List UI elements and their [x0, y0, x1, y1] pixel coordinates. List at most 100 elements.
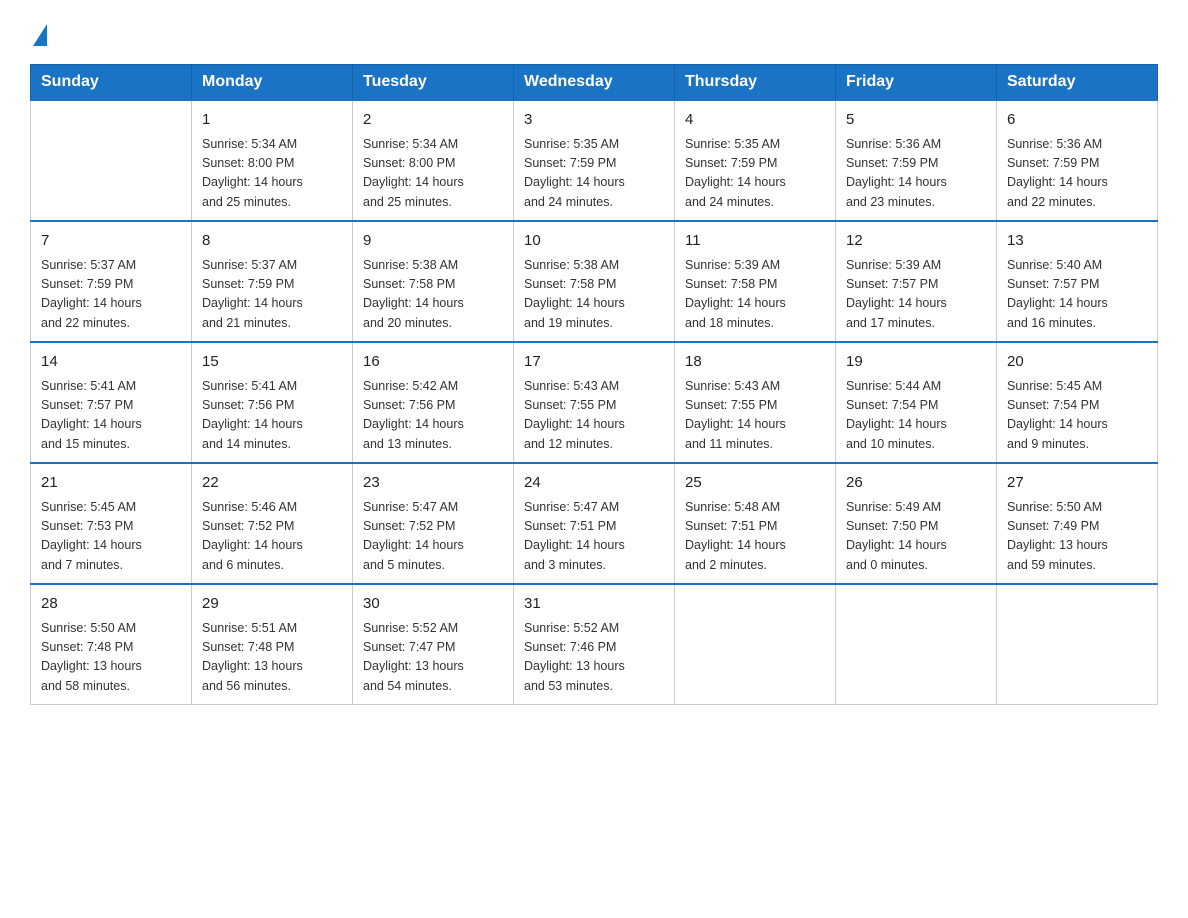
day-info: Sunrise: 5:43 AM Sunset: 7:55 PM Dayligh…: [524, 377, 664, 455]
calendar-cell: 3 Sunrise: 5:35 AM Sunset: 7:59 PM Daylig…: [514, 100, 675, 221]
day-number: 19: [846, 351, 986, 374]
calendar-cell: 22 Sunrise: 5:46 AM Sunset: 7:52 PM Dayli…: [192, 463, 353, 584]
calendar-cell: 16 Sunrise: 5:42 AM Sunset: 7:56 PM Dayli…: [353, 342, 514, 463]
day-number: 22: [202, 472, 342, 495]
day-info: Sunrise: 5:52 AM Sunset: 7:46 PM Dayligh…: [524, 619, 664, 697]
calendar-cell: 12Sunrise: 5:39 AM Sunset: 7:57 PM Dayli…: [836, 221, 997, 342]
calendar-cell: 7Sunrise: 5:37 AM Sunset: 7:59 PM Daylig…: [31, 221, 192, 342]
day-number: 10: [524, 230, 664, 253]
calendar-week-3: 14Sunrise: 5:41 AM Sunset: 7:57 PM Dayli…: [31, 342, 1158, 463]
day-info: Sunrise: 5:46 AM Sunset: 7:52 PM Dayligh…: [202, 498, 342, 576]
day-info: Sunrise: 5:39 AM Sunset: 7:57 PM Dayligh…: [846, 256, 986, 334]
calendar-table: SundayMondayTuesdayWednesdayThursdayFrid…: [30, 64, 1158, 705]
col-header-friday: Friday: [836, 65, 997, 101]
calendar-cell: 10 Sunrise: 5:38 AM Sunset: 7:58 PM Dayli…: [514, 221, 675, 342]
day-info: Sunrise: 5:35 AM Sunset: 7:59 PM Dayligh…: [524, 135, 664, 213]
calendar-cell: 23 Sunrise: 5:47 AM Sunset: 7:52 PM Dayli…: [353, 463, 514, 584]
col-header-tuesday: Tuesday: [353, 65, 514, 101]
day-info: Sunrise: 5:44 AM Sunset: 7:54 PM Dayligh…: [846, 377, 986, 455]
day-info: Sunrise: 5:45 AM Sunset: 7:53 PM Dayligh…: [41, 498, 181, 576]
day-number: 30: [363, 593, 503, 616]
day-info: Sunrise: 5:40 AM Sunset: 7:57 PM Dayligh…: [1007, 256, 1147, 334]
calendar-cell: 9 Sunrise: 5:38 AM Sunset: 7:58 PM Daylig…: [353, 221, 514, 342]
day-info: Sunrise: 5:39 AM Sunset: 7:58 PM Dayligh…: [685, 256, 825, 334]
calendar-cell: 27Sunrise: 5:50 AM Sunset: 7:49 PM Dayli…: [997, 463, 1158, 584]
calendar-week-4: 21 Sunrise: 5:45 AM Sunset: 7:53 PM Dayli…: [31, 463, 1158, 584]
calendar-cell: 13Sunrise: 5:40 AM Sunset: 7:57 PM Dayli…: [997, 221, 1158, 342]
day-number: 28: [41, 593, 181, 616]
calendar-header-row: SundayMondayTuesdayWednesdayThursdayFrid…: [31, 65, 1158, 101]
day-info: Sunrise: 5:51 AM Sunset: 7:48 PM Dayligh…: [202, 619, 342, 697]
day-number: 24: [524, 472, 664, 495]
day-number: 29: [202, 593, 342, 616]
day-info: Sunrise: 5:36 AM Sunset: 7:59 PM Dayligh…: [846, 135, 986, 213]
day-info: Sunrise: 5:34 AM Sunset: 8:00 PM Dayligh…: [363, 135, 503, 213]
day-number: 16: [363, 351, 503, 374]
day-info: Sunrise: 5:38 AM Sunset: 7:58 PM Dayligh…: [363, 256, 503, 334]
day-info: Sunrise: 5:38 AM Sunset: 7:58 PM Dayligh…: [524, 256, 664, 334]
day-number: 20: [1007, 351, 1147, 374]
col-header-wednesday: Wednesday: [514, 65, 675, 101]
day-number: 9: [363, 230, 503, 253]
day-number: 23: [363, 472, 503, 495]
day-info: Sunrise: 5:47 AM Sunset: 7:52 PM Dayligh…: [363, 498, 503, 576]
calendar-cell: 1Sunrise: 5:34 AM Sunset: 8:00 PM Daylig…: [192, 100, 353, 221]
day-info: Sunrise: 5:37 AM Sunset: 7:59 PM Dayligh…: [202, 256, 342, 334]
logo-triangle-icon: [33, 24, 47, 46]
col-header-sunday: Sunday: [31, 65, 192, 101]
calendar-cell: 19 Sunrise: 5:44 AM Sunset: 7:54 PM Dayli…: [836, 342, 997, 463]
calendar-cell: 6 Sunrise: 5:36 AM Sunset: 7:59 PM Daylig…: [997, 100, 1158, 221]
calendar-cell: 21 Sunrise: 5:45 AM Sunset: 7:53 PM Dayli…: [31, 463, 192, 584]
calendar-cell: 31 Sunrise: 5:52 AM Sunset: 7:46 PM Dayli…: [514, 584, 675, 705]
calendar-cell: 25 Sunrise: 5:48 AM Sunset: 7:51 PM Dayli…: [675, 463, 836, 584]
day-number: 26: [846, 472, 986, 495]
calendar-cell: 20 Sunrise: 5:45 AM Sunset: 7:54 PM Dayli…: [997, 342, 1158, 463]
day-info: Sunrise: 5:50 AM Sunset: 7:48 PM Dayligh…: [41, 619, 181, 697]
day-number: 31: [524, 593, 664, 616]
day-info: Sunrise: 5:34 AM Sunset: 8:00 PM Dayligh…: [202, 135, 342, 213]
day-info: Sunrise: 5:35 AM Sunset: 7:59 PM Dayligh…: [685, 135, 825, 213]
calendar-cell: [997, 584, 1158, 705]
day-info: Sunrise: 5:52 AM Sunset: 7:47 PM Dayligh…: [363, 619, 503, 697]
calendar-cell: 5 Sunrise: 5:36 AM Sunset: 7:59 PM Daylig…: [836, 100, 997, 221]
calendar-cell: 24 Sunrise: 5:47 AM Sunset: 7:51 PM Dayli…: [514, 463, 675, 584]
page-header: [30, 20, 1158, 46]
col-header-saturday: Saturday: [997, 65, 1158, 101]
col-header-thursday: Thursday: [675, 65, 836, 101]
day-number: 25: [685, 472, 825, 495]
calendar-cell: [675, 584, 836, 705]
day-number: 27: [1007, 472, 1147, 495]
day-number: 5: [846, 109, 986, 132]
day-number: 2: [363, 109, 503, 132]
calendar-cell: 11 Sunrise: 5:39 AM Sunset: 7:58 PM Dayli…: [675, 221, 836, 342]
day-info: Sunrise: 5:41 AM Sunset: 7:57 PM Dayligh…: [41, 377, 181, 455]
day-info: Sunrise: 5:37 AM Sunset: 7:59 PM Dayligh…: [41, 256, 181, 334]
day-info: Sunrise: 5:48 AM Sunset: 7:51 PM Dayligh…: [685, 498, 825, 576]
calendar-cell: 15Sunrise: 5:41 AM Sunset: 7:56 PM Dayli…: [192, 342, 353, 463]
calendar-cell: 8 Sunrise: 5:37 AM Sunset: 7:59 PM Daylig…: [192, 221, 353, 342]
day-info: Sunrise: 5:42 AM Sunset: 7:56 PM Dayligh…: [363, 377, 503, 455]
day-number: 21: [41, 472, 181, 495]
day-number: 6: [1007, 109, 1147, 132]
calendar-cell: [836, 584, 997, 705]
day-number: 15: [202, 351, 342, 374]
calendar-cell: [31, 100, 192, 221]
day-info: Sunrise: 5:47 AM Sunset: 7:51 PM Dayligh…: [524, 498, 664, 576]
calendar-cell: 28 Sunrise: 5:50 AM Sunset: 7:48 PM Dayli…: [31, 584, 192, 705]
col-header-monday: Monday: [192, 65, 353, 101]
calendar-week-1: 1Sunrise: 5:34 AM Sunset: 8:00 PM Daylig…: [31, 100, 1158, 221]
calendar-cell: 18Sunrise: 5:43 AM Sunset: 7:55 PM Dayli…: [675, 342, 836, 463]
day-number: 11: [685, 230, 825, 253]
day-number: 17: [524, 351, 664, 374]
day-info: Sunrise: 5:45 AM Sunset: 7:54 PM Dayligh…: [1007, 377, 1147, 455]
calendar-cell: 30 Sunrise: 5:52 AM Sunset: 7:47 PM Dayli…: [353, 584, 514, 705]
calendar-week-2: 7Sunrise: 5:37 AM Sunset: 7:59 PM Daylig…: [31, 221, 1158, 342]
day-info: Sunrise: 5:43 AM Sunset: 7:55 PM Dayligh…: [685, 377, 825, 455]
calendar-cell: 17 Sunrise: 5:43 AM Sunset: 7:55 PM Dayli…: [514, 342, 675, 463]
day-info: Sunrise: 5:49 AM Sunset: 7:50 PM Dayligh…: [846, 498, 986, 576]
calendar-cell: 14Sunrise: 5:41 AM Sunset: 7:57 PM Dayli…: [31, 342, 192, 463]
calendar-cell: 4Sunrise: 5:35 AM Sunset: 7:59 PM Daylig…: [675, 100, 836, 221]
day-info: Sunrise: 5:36 AM Sunset: 7:59 PM Dayligh…: [1007, 135, 1147, 213]
day-number: 8: [202, 230, 342, 253]
day-number: 3: [524, 109, 664, 132]
